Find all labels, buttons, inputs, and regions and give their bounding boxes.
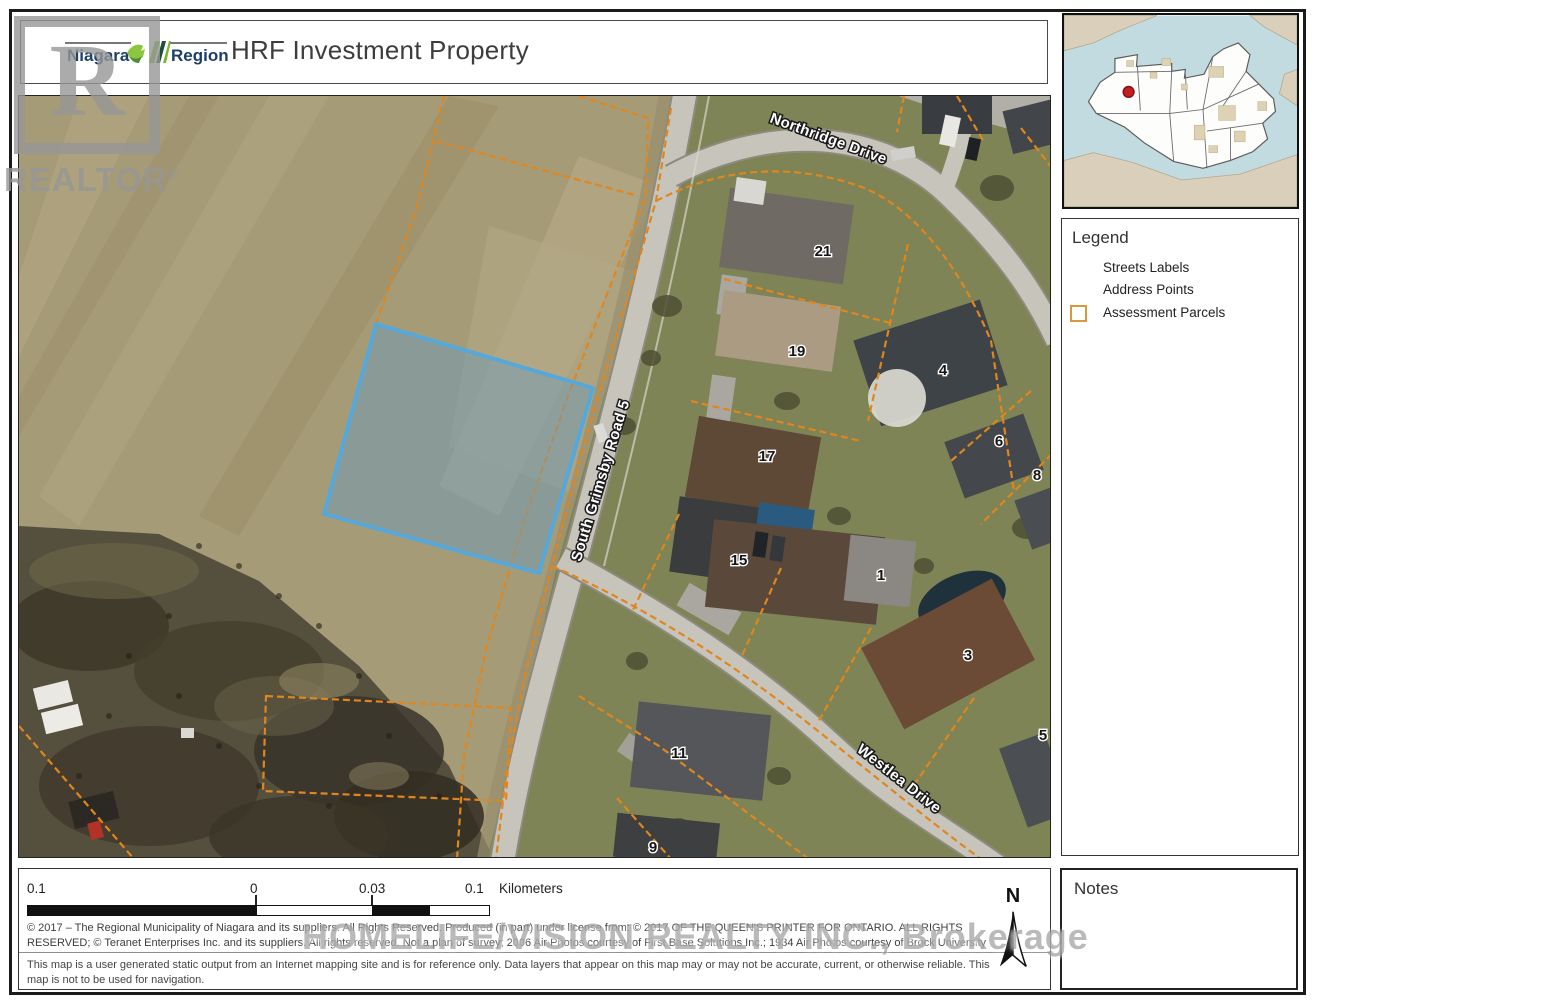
address-point: 6	[995, 433, 1003, 450]
address-point: 21	[815, 243, 832, 260]
legend-panel: Legend Streets Labels Address Points Ass…	[1061, 218, 1299, 856]
north-arrow-icon	[996, 908, 1030, 974]
header-panel: Niagara Region HRF Investment Property	[20, 20, 1048, 84]
assessment-parcel-swatch-icon	[1070, 305, 1087, 322]
scalebar-credits-panel: 0.1 0 0.03 0.1 Kilometers © 2017 – The R…	[18, 868, 1051, 990]
address-point: 15	[731, 552, 748, 569]
address-point: 3	[964, 647, 972, 664]
disclaimer-line-1: This map is a user generated static outp…	[27, 959, 990, 971]
scale-unit-label: Kilometers	[499, 881, 563, 896]
address-point: 19	[789, 343, 806, 360]
scale-tick-label: 0.1	[465, 881, 484, 896]
copyright-line-1: © 2017 – The Regional Municipality of Ni…	[27, 922, 963, 934]
disclaimer-line-2: map is not to be used for navigation.	[27, 974, 204, 986]
scale-tick-label: 0.1	[27, 881, 46, 896]
map-export-page: Niagara Region HRF Investment Property	[0, 0, 1547, 1008]
overview-map	[1062, 13, 1299, 209]
copyright-line-2: RESERVED; © Teranet Enterprises Inc. and…	[27, 937, 986, 949]
page-title: HRF Investment Property	[231, 35, 529, 66]
scale-segment	[372, 906, 430, 915]
legend-item-streets-labels: Streets Labels	[1103, 260, 1189, 275]
north-arrow: N	[991, 885, 1035, 985]
address-point: 11	[671, 745, 687, 762]
address-point: 17	[759, 448, 776, 465]
legend-item-assessment-parcels: Assessment Parcels	[1103, 305, 1225, 320]
address-point: 5	[1039, 727, 1047, 744]
notes-title: Notes	[1074, 879, 1118, 899]
scale-tick-label: 0.03	[359, 881, 385, 896]
address-point: 8	[1033, 467, 1041, 484]
scale-tick-label: 0	[250, 881, 258, 896]
legend-item-address-points: Address Points	[1103, 282, 1194, 297]
logo-rule-left	[65, 42, 131, 44]
address-point: 9	[649, 839, 657, 856]
legend-title: Legend	[1072, 228, 1129, 248]
divider	[19, 952, 1050, 953]
niagara-region-logo: Niagara Region	[47, 21, 247, 85]
scale-segment	[430, 906, 489, 915]
north-label: N	[991, 885, 1035, 908]
location-marker-dot	[1123, 87, 1134, 98]
scale-tick	[371, 895, 373, 905]
logo-word-region: Region	[171, 46, 229, 66]
logo-word-niagara: Niagara	[67, 46, 129, 66]
aerial-photo: Northridge Drive South Grimsby Road 5 We…	[19, 96, 1051, 858]
scale-segment	[28, 906, 257, 915]
notes-panel: Notes	[1060, 868, 1298, 990]
scale-tick	[255, 895, 257, 905]
address-point: 1	[877, 567, 885, 584]
scale-segment	[257, 906, 372, 915]
address-point: 4	[939, 362, 948, 379]
logo-leaf-icon	[125, 37, 171, 69]
scale-bar	[27, 905, 490, 916]
logo-rule-right	[169, 42, 227, 44]
main-map: Northridge Drive South Grimsby Road 5 We…	[18, 95, 1051, 858]
region-locator-map	[1064, 15, 1297, 207]
